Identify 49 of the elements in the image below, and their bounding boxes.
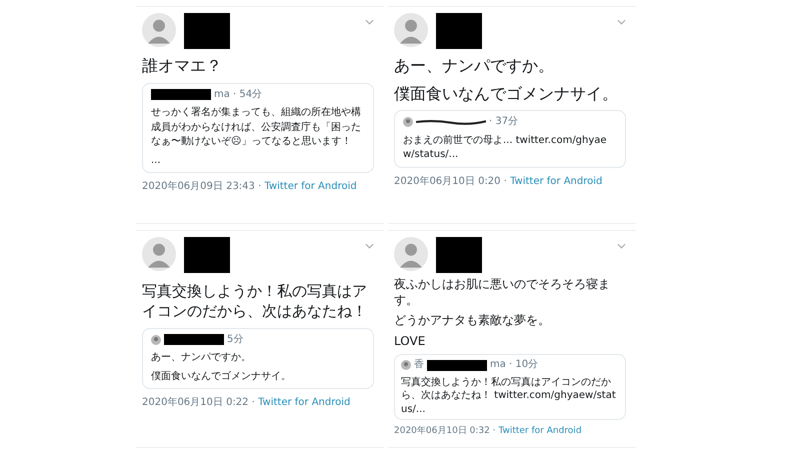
chevron-icon[interactable] bbox=[617, 19, 626, 25]
quoted-meta: ma · 54分 bbox=[214, 88, 262, 102]
source-link[interactable]: Twitter for Android bbox=[258, 397, 350, 408]
quoted-meta: ma · 10分 bbox=[490, 358, 538, 372]
avatar-icon[interactable] bbox=[142, 13, 176, 47]
tweet-text: LOVE bbox=[394, 334, 426, 350]
avatar-icon[interactable] bbox=[394, 237, 428, 271]
tweet-text: 誰オマエ？ bbox=[142, 55, 223, 77]
quoted-tweet[interactable]: 5分 あー、ナンパですか。 僕面食いなんでゴメンナサイ。 bbox=[142, 328, 374, 389]
quoted-text: 僕面食いなんでゴメンナサイ。 bbox=[151, 370, 291, 382]
redaction-bar bbox=[184, 237, 230, 273]
quoted-tweet[interactable]: ma · 54分 せっかく署名が集まっても、組織の所在地や構成員がわからなければ、公安調査庁も「困ったなぁ〜動けないぞ☹」ってなると思います！ ... bbox=[142, 82, 374, 174]
tweet-text: 僕面食いなんでゴメンナサイ。 bbox=[394, 82, 619, 104]
redaction-bar bbox=[164, 334, 224, 346]
quoted-text: ... bbox=[151, 154, 161, 166]
tweet-text: どうかアナタも素敵な夢を。 bbox=[394, 313, 551, 329]
quoted-text: 写真交換しようか！私の写真はアイコンのだから、次はあなたね！ twitter.com/ghyaew/status/... bbox=[401, 376, 616, 415]
redaction-bar bbox=[151, 89, 211, 100]
quoted-meta: 香 bbox=[414, 358, 424, 372]
avatar-icon bbox=[403, 117, 413, 128]
quoted-text: おまえの前世での母よ... twitter.com/ghyaew/status/... bbox=[403, 134, 607, 160]
avatar-icon bbox=[151, 334, 161, 345]
redaction-bar bbox=[427, 360, 487, 371]
tweet-text: あー、ナンパですか。 bbox=[394, 55, 555, 77]
tweet-date: 2020年06月10日 0:20 · bbox=[394, 176, 508, 187]
avatar-icon bbox=[401, 360, 411, 370]
avatar-icon[interactable] bbox=[394, 13, 428, 47]
quoted-tweet[interactable]: 香 ma · 10分 写真交換しようか！私の写真はアイコンのだから、次はあなたね！ twitter.com/ghyaew/status/... bbox=[394, 354, 626, 420]
avatar-icon[interactable] bbox=[142, 237, 176, 271]
redaction-bar bbox=[436, 237, 482, 273]
chevron-icon[interactable] bbox=[365, 243, 374, 249]
source-link[interactable]: Twitter for Android bbox=[264, 181, 357, 192]
source-link[interactable]: Twitter for Android bbox=[510, 176, 602, 187]
source-link[interactable]: Twitter for Android bbox=[498, 426, 582, 436]
chevron-icon[interactable] bbox=[365, 19, 374, 25]
redaction-bar bbox=[184, 13, 230, 49]
scribble-drawing bbox=[416, 118, 486, 126]
quoted-meta: · 37分 bbox=[489, 115, 518, 130]
quoted-tweet[interactable]: · 37分 おまえの前世での母よ... twitter.com/ghyaew/status/... bbox=[394, 110, 626, 168]
redaction-bar bbox=[436, 13, 482, 49]
quoted-meta: 5分 bbox=[227, 332, 244, 346]
tweet-date: 2020年06月10日 0:22 · bbox=[142, 397, 256, 408]
tweet-date: 2020年06月09日 23:43 · bbox=[142, 181, 262, 192]
tweet-text: 写真交換しようか！私の写真はアイコンのだから、次はあなたね！ bbox=[142, 281, 368, 322]
chevron-icon[interactable] bbox=[617, 243, 626, 249]
quoted-text: あー、ナンパですか。 bbox=[151, 352, 251, 363]
tweet-date: 2020年06月10日 0:32 · bbox=[394, 426, 497, 436]
tweet-text: 夜ふかしはお肌に悪いのでそろそろ寝ます。 bbox=[394, 277, 611, 308]
quoted-text: せっかく署名が集まっても、組織の所在地や構成員がわからなければ、公安調査庁も「困ったなぁ〜動けないぞ☹」ってなると思います！ bbox=[151, 107, 361, 148]
